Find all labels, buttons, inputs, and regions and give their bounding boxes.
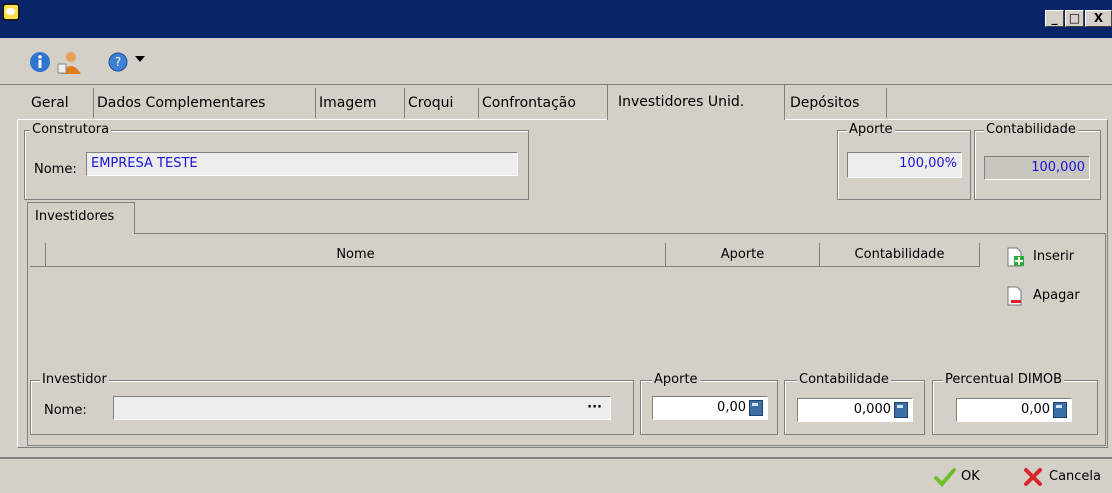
contabilidade-value: 0,000 xyxy=(853,402,891,417)
investidor-legend: Investidor xyxy=(40,372,109,387)
inserir-label: Inserir xyxy=(1033,249,1075,264)
tab-geral[interactable]: Geral xyxy=(28,88,72,118)
close-button[interactable]: X xyxy=(1085,10,1112,27)
contabilidade-field[interactable]: 0,000 xyxy=(797,398,913,422)
calculator-icon[interactable] xyxy=(749,399,763,416)
grid-header-aporte[interactable]: Aporte xyxy=(666,243,820,267)
tab-dados-complementares[interactable]: Dados Complementares xyxy=(93,88,268,118)
aporte-top-field: 100,00% xyxy=(847,152,962,178)
cancel-x-icon xyxy=(1024,468,1042,486)
contabilidade-top-legend: Contabilidade xyxy=(984,122,1078,137)
help-icon[interactable]: ? xyxy=(106,50,130,74)
investidores-grid[interactable]: Nome Aporte Contabilidade xyxy=(30,243,980,361)
grid-header-nome[interactable]: Nome xyxy=(46,243,666,267)
lookup-ellipsis-button[interactable]: ··· xyxy=(587,397,602,419)
app-icon[interactable] xyxy=(2,3,20,21)
check-icon xyxy=(934,468,956,487)
percentual-dimob-legend: Percentual DIMOB xyxy=(943,372,1065,387)
user-icon[interactable] xyxy=(56,50,84,74)
tab-investidores-unid[interactable]: Investidores Unid. xyxy=(607,84,785,120)
minimize-button[interactable]: _ xyxy=(1045,10,1064,27)
investidor-nome-label: Nome: xyxy=(44,403,87,418)
delete-icon xyxy=(1007,286,1022,306)
cancel-label: Cancela xyxy=(1049,469,1102,484)
calculator-icon[interactable] xyxy=(894,401,908,418)
ok-button[interactable]: OK xyxy=(934,466,989,488)
ok-label: OK xyxy=(961,469,980,484)
construtora-nome-label: Nome: xyxy=(34,162,77,177)
insert-icon xyxy=(1007,247,1024,267)
aporte-value: 0,00 xyxy=(717,400,746,415)
construtora-legend: Construtora xyxy=(30,122,112,137)
inserir-button[interactable]: Inserir xyxy=(1005,245,1093,269)
tab-investidores[interactable]: Investidores xyxy=(27,202,135,234)
aporte-top-legend: Aporte xyxy=(847,122,895,137)
cancel-button[interactable]: Cancela xyxy=(1023,466,1111,488)
tab-croqui[interactable]: Croqui xyxy=(404,88,456,118)
percentual-dimob-field[interactable]: 0,00 xyxy=(956,398,1072,422)
calculator-icon[interactable] xyxy=(1053,401,1067,418)
tab-depositos[interactable]: Depósitos xyxy=(787,88,862,118)
contabilidade-legend: Contabilidade xyxy=(797,372,891,387)
apagar-label: Apagar xyxy=(1033,288,1080,303)
percentual-dimob-value: 0,00 xyxy=(1021,402,1050,417)
tab-confrontacao[interactable]: Confrontação xyxy=(478,88,579,118)
apagar-button[interactable]: Apagar xyxy=(1005,284,1093,308)
info-icon[interactable] xyxy=(28,50,52,74)
investidor-nome-field[interactable]: ··· xyxy=(113,396,611,420)
tab-separator xyxy=(886,88,887,118)
aporte-field[interactable]: 0,00 xyxy=(652,396,768,420)
toolbar xyxy=(0,38,1112,85)
contabilidade-top-field: 100,000 xyxy=(984,156,1090,180)
svg-text:?: ? xyxy=(115,55,121,69)
aporte-legend: Aporte xyxy=(652,372,700,387)
chevron-down-icon[interactable] xyxy=(135,56,145,62)
construtora-nome-field[interactable]: EMPRESA TESTE xyxy=(86,152,518,176)
maximize-button[interactable]: □ xyxy=(1065,10,1084,27)
grid-header-contabilidade[interactable]: Contabilidade xyxy=(820,243,980,267)
title-bar xyxy=(0,0,1112,38)
grid-indicator-column xyxy=(30,243,46,267)
tab-imagem[interactable]: Imagem xyxy=(315,88,379,118)
